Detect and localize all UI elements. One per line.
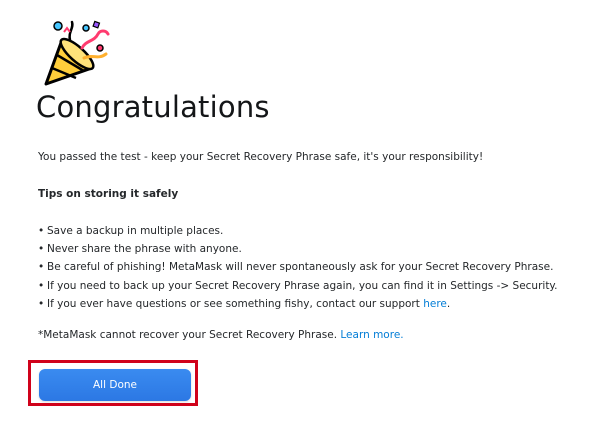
list-item: • If you ever have questions or see somet… (38, 295, 558, 313)
learn-more-link[interactable]: Learn more. (340, 329, 403, 341)
tip-text: Never share the phrase with anyone. (47, 243, 242, 256)
support-link[interactable]: here (423, 298, 447, 310)
tips-heading: Tips on storing it safely (38, 188, 179, 200)
bullet: • (38, 261, 45, 274)
bullet: • (38, 297, 45, 310)
tip-text: If you ever have questions or see someth… (47, 297, 424, 310)
tip-text: Save a backup in multiple places. (47, 225, 224, 237)
bullet: • (38, 243, 45, 256)
tips-list: • Save a backup in multiple places. • Neve… (38, 222, 558, 313)
party-popper-icon (44, 20, 110, 86)
disclaimer-text: *MetaMask cannot recover your Secret Rec… (38, 329, 341, 341)
list-item: • Be careful of phishing! MetaMask will n… (38, 258, 558, 276)
tip-suffix: . (446, 297, 451, 310)
list-item: • Save a backup in multiple places. (38, 222, 558, 240)
disclaimer: *MetaMask cannot recover your Secret Rec… (38, 329, 404, 341)
list-item: • Never share the phrase with anyone. (38, 240, 558, 258)
tip-text: If you need to back up your Secret Recov… (47, 279, 558, 292)
all-done-button[interactable]: All Done (39, 369, 191, 401)
list-item: • If you need to back up your Secret Reco… (38, 277, 558, 295)
bullet: • (38, 279, 45, 292)
congratulations-page: Congratulations You passed the test - ke… (0, 0, 596, 444)
tip-text: Be careful of phishing! MetaMask will ne… (47, 261, 554, 274)
intro-text: You passed the test - keep your Secret R… (38, 151, 484, 163)
page-title: Congratulations (36, 90, 270, 124)
bullet: • (38, 225, 45, 237)
